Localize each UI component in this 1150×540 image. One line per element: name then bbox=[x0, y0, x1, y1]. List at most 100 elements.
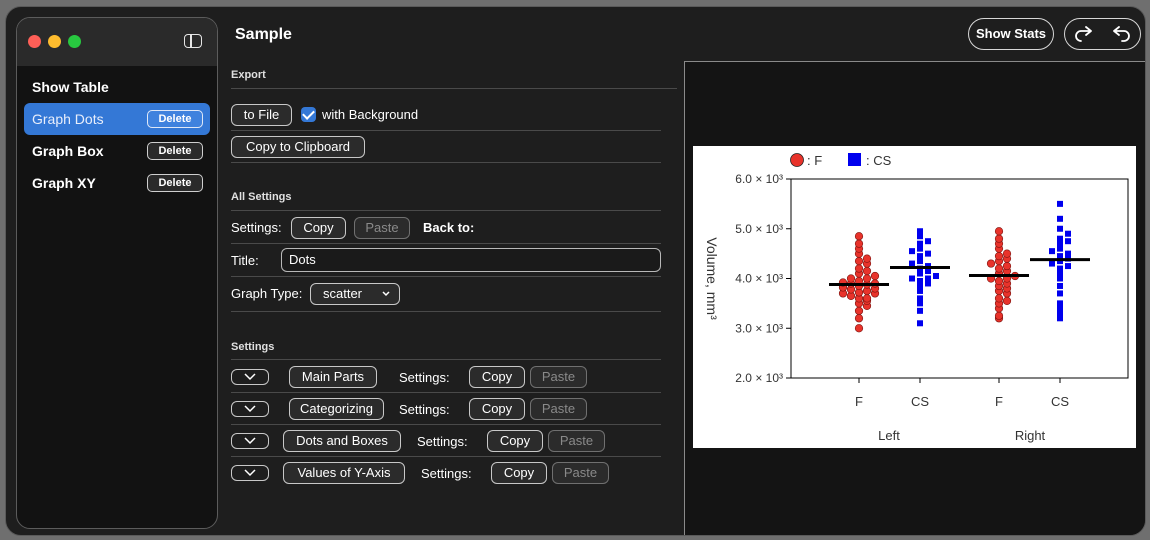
divider bbox=[231, 162, 661, 163]
x-tick-label: F bbox=[855, 394, 863, 409]
data-point bbox=[862, 254, 872, 263]
divider bbox=[231, 359, 661, 360]
data-point bbox=[994, 264, 1004, 273]
paste-button[interactable]: Paste bbox=[530, 398, 587, 420]
data-point bbox=[925, 250, 931, 257]
categorizing-button[interactable]: Categorizing bbox=[289, 398, 384, 420]
title-label: Title: bbox=[231, 253, 259, 268]
data-point bbox=[1002, 296, 1012, 305]
app-window: Show Table Graph Dots Delete Graph Box D… bbox=[5, 6, 1146, 536]
sidebar-titlebar bbox=[17, 18, 217, 66]
data-point bbox=[1057, 225, 1063, 232]
expand-button[interactable] bbox=[231, 369, 269, 385]
data-point bbox=[1057, 300, 1063, 307]
sidebar-item-show-table[interactable]: Show Table bbox=[24, 71, 210, 103]
data-point bbox=[854, 256, 864, 266]
sidebar: Show Table Graph Dots Delete Graph Box D… bbox=[16, 17, 218, 529]
minimize-window-button[interactable] bbox=[48, 35, 61, 48]
delete-button[interactable]: Delete bbox=[147, 110, 203, 128]
data-point bbox=[854, 264, 864, 273]
paste-button[interactable]: Paste bbox=[530, 366, 587, 388]
y-tick-label: 5.0 × 10³ bbox=[735, 222, 783, 236]
data-point bbox=[1049, 260, 1055, 267]
copy-button[interactable]: Copy bbox=[491, 462, 547, 484]
data-point bbox=[854, 239, 864, 248]
settings-label: Settings: bbox=[421, 466, 472, 481]
sidebar-item-graph-dots[interactable]: Graph Dots Delete bbox=[24, 103, 210, 135]
chevron-down-icon bbox=[382, 291, 390, 297]
delete-button[interactable]: Delete bbox=[147, 174, 203, 192]
divider bbox=[231, 276, 661, 277]
sidebar-item-graph-xy[interactable]: Graph XY Delete bbox=[24, 167, 210, 199]
data-point bbox=[909, 248, 915, 255]
with-background-checkbox[interactable] bbox=[301, 107, 316, 122]
all-settings-label: Settings: bbox=[231, 220, 282, 235]
chart-preview-area: 2.0 × 10³ 3.0 × 10³ 4.0 × 10³ 5.0 × 10³ 6.0 … bbox=[684, 61, 1145, 535]
maximize-window-button[interactable] bbox=[68, 35, 81, 48]
group-label: Left bbox=[878, 428, 900, 443]
delete-button[interactable]: Delete bbox=[147, 142, 203, 160]
all-settings-section-title: All Settings bbox=[231, 191, 292, 203]
y-axis-label: Volume, mm³ bbox=[704, 237, 720, 320]
data-point bbox=[854, 306, 864, 315]
show-stats-button[interactable]: Show Stats bbox=[968, 18, 1054, 50]
all-settings-copy-button[interactable]: Copy bbox=[291, 217, 346, 239]
data-point bbox=[933, 273, 939, 280]
chevron-down-icon bbox=[244, 405, 256, 413]
y-tick-label: 6.0 × 10³ bbox=[735, 172, 783, 186]
divider bbox=[231, 311, 661, 312]
title-input[interactable]: Dots bbox=[281, 248, 661, 272]
main-parts-button[interactable]: Main Parts bbox=[289, 366, 377, 388]
y-tick-label: 3.0 × 10³ bbox=[735, 321, 783, 335]
expand-button[interactable] bbox=[231, 465, 269, 481]
values-of-y-axis-button[interactable]: Values of Y-Axis bbox=[283, 462, 405, 484]
data-point bbox=[846, 274, 856, 283]
chevron-down-icon bbox=[244, 469, 256, 477]
export-section-title: Export bbox=[231, 69, 266, 81]
redo-icon[interactable] bbox=[1074, 26, 1094, 42]
x-tick-label: F bbox=[995, 394, 1003, 409]
data-point bbox=[862, 274, 872, 283]
data-point bbox=[994, 227, 1004, 236]
copy-button[interactable]: Copy bbox=[487, 430, 543, 452]
data-point bbox=[1057, 235, 1063, 242]
legend-label: : F bbox=[807, 153, 822, 168]
sidebar-toggle-icon[interactable] bbox=[184, 34, 202, 48]
paste-button[interactable]: Paste bbox=[548, 430, 605, 452]
chart-canvas: 2.0 × 10³ 3.0 × 10³ 4.0 × 10³ 5.0 × 10³ 6.0 … bbox=[693, 146, 1136, 448]
data-point bbox=[1057, 282, 1063, 289]
divider bbox=[231, 456, 661, 457]
all-settings-paste-button[interactable]: Paste bbox=[354, 217, 410, 239]
settings-label: Settings: bbox=[399, 402, 450, 417]
data-point bbox=[986, 259, 996, 268]
undo-redo-group bbox=[1064, 18, 1141, 50]
data-point bbox=[862, 266, 872, 276]
copy-button[interactable]: Copy bbox=[469, 366, 525, 388]
data-point bbox=[917, 277, 923, 284]
graph-type-label: Graph Type: bbox=[231, 286, 303, 301]
sidebar-item-graph-box[interactable]: Graph Box Delete bbox=[24, 135, 210, 167]
data-point bbox=[1065, 263, 1071, 270]
data-point bbox=[1065, 238, 1071, 245]
paste-button[interactable]: Paste bbox=[552, 462, 609, 484]
dot-plot-chart: 2.0 × 10³ 3.0 × 10³ 4.0 × 10³ 5.0 × 10³ 6.0 … bbox=[704, 153, 1129, 443]
sidebar-item-label: Graph Dots bbox=[32, 111, 104, 127]
divider bbox=[231, 392, 661, 393]
data-point bbox=[1057, 200, 1063, 207]
data-point bbox=[1049, 248, 1055, 255]
close-window-button[interactable] bbox=[28, 35, 41, 48]
data-point bbox=[917, 240, 923, 247]
undo-icon[interactable] bbox=[1111, 26, 1131, 42]
copy-button[interactable]: Copy bbox=[469, 398, 525, 420]
sidebar-item-label: Graph Box bbox=[32, 143, 104, 159]
data-point bbox=[1057, 290, 1063, 297]
data-point bbox=[994, 252, 1004, 261]
divider bbox=[231, 130, 661, 131]
expand-button[interactable] bbox=[231, 433, 269, 449]
y-tick-label: 2.0 × 10³ bbox=[735, 371, 783, 385]
expand-button[interactable] bbox=[231, 401, 269, 417]
graph-type-select[interactable]: scatter bbox=[310, 283, 400, 305]
dots-and-boxes-button[interactable]: Dots and Boxes bbox=[283, 430, 401, 452]
copy-to-clipboard-button[interactable]: Copy to Clipboard bbox=[231, 136, 365, 158]
export-to-file-button[interactable]: to File bbox=[231, 104, 292, 126]
